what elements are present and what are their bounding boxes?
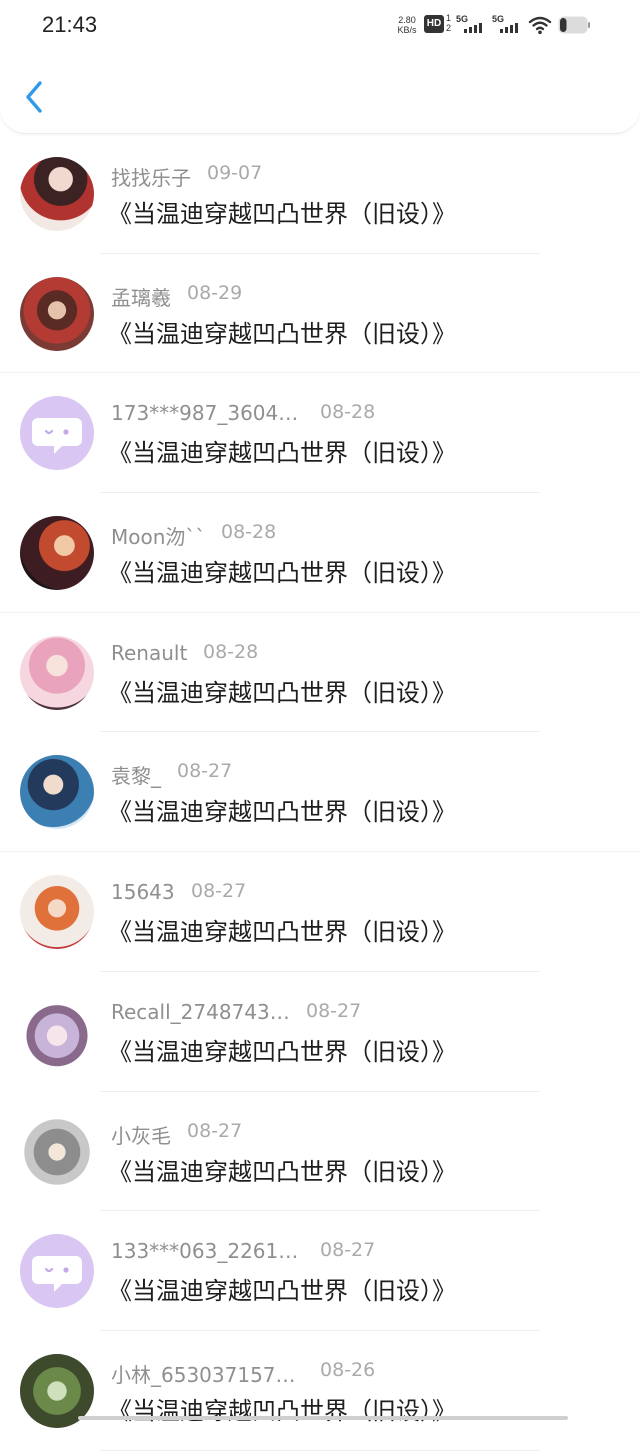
comment-username[interactable]: 小林_653037157… [111,1359,296,1388]
comment-date: 08-28 [203,640,259,663]
network-speed-value: 2.80 [398,15,416,25]
avatar[interactable] [20,875,94,950]
comment-username[interactable]: Renault [111,641,187,665]
avatar[interactable] [20,516,94,591]
comment-date: 08-28 [320,401,376,424]
back-button[interactable] [20,78,50,116]
comment-username[interactable]: 小灰毛 [111,1120,171,1149]
hd-sim-top: 1 [446,13,452,23]
comment-row[interactable]: 袁黎_ 08-27 《当温迪穿越凹凸世界（旧设）》 [0,732,640,853]
signal-2-label: 5G [492,14,505,24]
avatar[interactable] [20,276,94,351]
comment-date: 08-27 [187,1119,243,1142]
comment-username[interactable]: 15643 [111,880,175,904]
avatar[interactable] [20,1114,94,1189]
comment-date: 08-27 [191,880,247,903]
signal-1-icon: 5G [456,14,488,36]
comment-text: 《当温迪穿越凹凸世界（旧设）》 [108,559,456,588]
comment-row[interactable]: Moon沕`` 08-28 《当温迪穿越凹凸世界（旧设）》 [0,493,640,613]
comment-row[interactable]: 找找乐子 09-07 《当温迪穿越凹凸世界（旧设）》 [0,134,640,254]
battery-icon [558,16,590,34]
comment-text: 《当温迪穿越凹凸世界（旧设）》 [108,319,456,348]
comment-username[interactable]: 孟璃羲 [111,282,171,311]
status-time: 21:43 [42,12,98,37]
comment-date: 08-26 [320,1358,376,1381]
comment-text: 《当温迪穿越凹凸世界（旧设）》 [108,1277,456,1306]
comment-username[interactable]: Moon沕`` [111,521,205,550]
comment-row[interactable]: 小林_653037157… 08-26 《当温迪穿越凹凸世界（旧设）》 [0,1331,640,1451]
comment-row[interactable]: 133***063_2261… 08-27 《当温迪穿越凹凸世界（旧设）》 [0,1211,640,1331]
comment-row[interactable]: Recall_2748743… 08-27 《当温迪穿越凹凸世界（旧设）》 [0,972,640,1092]
comment-row[interactable]: 小灰毛 08-27 《当温迪穿越凹凸世界（旧设）》 [0,1092,640,1212]
default-avatar-icon [32,418,82,455]
avatar[interactable] [20,1234,94,1309]
comment-date: 08-27 [177,760,233,783]
top-bar: 21:43 2.80 KB/s HD 1 2 5G 5G [0,0,640,134]
comment-username[interactable]: 袁黎_ [111,760,161,789]
comment-text: 《当温迪穿越凹凸世界（旧设）》 [108,1396,456,1425]
status-bar: 21:43 2.80 KB/s HD 1 2 5G 5G [0,0,640,52]
avatar[interactable] [20,157,94,231]
comment-text: 《当温迪穿越凹凸世界（旧设）》 [108,200,456,228]
signal-1-label: 5G [456,14,469,24]
comment-text: 《当温迪穿越凹凸世界（旧设）》 [108,1157,456,1186]
home-indicator[interactable] [78,1416,568,1420]
avatar[interactable] [20,396,94,471]
comment-text: 《当温迪穿越凹凸世界（旧设）》 [108,439,456,468]
comment-text: 《当温迪穿越凹凸世界（旧设）》 [108,678,456,707]
divider [100,1449,540,1451]
comment-row[interactable]: 173***987_3604… 08-28 《当温迪穿越凹凸世界（旧设）》 [0,373,640,494]
comment-row[interactable]: 15643 08-27 《当温迪穿越凹凸世界（旧设）》 [0,852,640,972]
comment-text: 《当温迪穿越凹凸世界（旧设）》 [108,918,456,947]
comment-username[interactable]: Recall_2748743… [111,1000,290,1024]
comment-text: 《当温迪穿越凹凸世界（旧设）》 [108,798,456,827]
comment-row[interactable]: Renault 08-28 《当温迪穿越凹凸世界（旧设）》 [0,613,640,733]
network-speed-unit: KB/s [397,25,417,35]
comment-list: 找找乐子 09-07 《当温迪穿越凹凸世界（旧设）》 孟璃羲 08-29 《当温迪穿越凹凸… [0,134,640,1451]
hd-icon: HD [424,15,444,33]
comment-date: 08-27 [320,1239,376,1262]
comment-date: 08-28 [221,521,277,544]
comment-text: 《当温迪穿越凹凸世界（旧设）》 [108,1037,456,1066]
hd-sim-index: 1 2 [446,13,451,33]
wifi-icon [528,16,552,35]
comment-username[interactable]: 找找乐子 [111,162,191,191]
default-avatar-icon [32,1256,82,1293]
comment-date: 08-29 [187,281,243,304]
comment-date: 09-07 [207,162,263,184]
comment-row[interactable]: 孟璃羲 08-29 《当温迪穿越凹凸世界（旧设）》 [0,254,640,374]
comment-username[interactable]: 133***063_2261… [111,1239,298,1263]
avatar[interactable] [20,994,94,1069]
hd-sim-bottom: 2 [446,23,452,33]
chevron-left-icon [26,81,42,113]
avatar[interactable] [20,755,94,830]
signal-2-icon: 5G [492,14,524,36]
comment-username[interactable]: 173***987_3604… [111,401,298,425]
network-speed: 2.80 KB/s [394,15,420,35]
avatar[interactable] [20,635,94,710]
comment-date: 08-27 [306,999,362,1022]
